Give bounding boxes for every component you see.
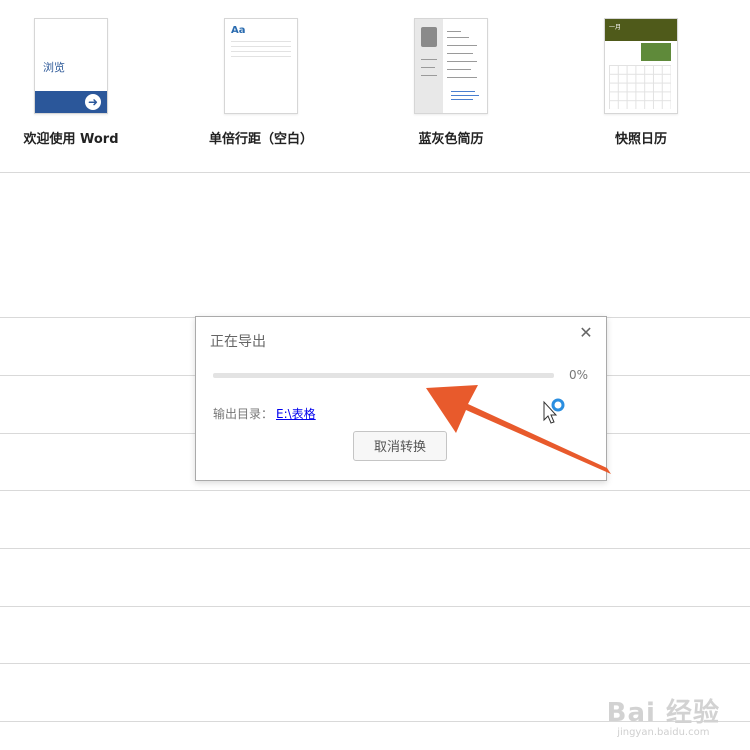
template-label: 欢迎使用 Word — [23, 132, 119, 147]
export-progress-bar — [213, 373, 554, 378]
calendar-thumbnail[interactable]: 一月 — [604, 18, 678, 114]
template-gallery: 浏览 ➜ 欢迎使用 Word Aa 单倍行距（空白） 蓝灰色简历 一月 快照日历 — [0, 0, 750, 172]
resume-line — [447, 31, 461, 32]
resume-line — [447, 77, 477, 78]
list-divider — [0, 663, 750, 664]
resume-line — [421, 59, 437, 60]
list-divider — [0, 490, 750, 491]
calendar-photo — [641, 43, 671, 61]
resume-link-line — [451, 91, 475, 92]
watermark-main: Bai 经验 — [606, 698, 720, 728]
thumb-rule — [231, 41, 291, 42]
template-resume[interactable]: 蓝灰色简历 — [361, 18, 541, 147]
resume-line — [447, 45, 477, 46]
resume-thumbnail[interactable] — [414, 18, 488, 114]
list-divider — [0, 548, 750, 549]
baidu-watermark: Bai 经验 jingyan.baidu.com — [607, 692, 720, 738]
welcome-thumb-text: 浏览 — [43, 61, 65, 74]
calendar-header: 一月 — [605, 19, 677, 41]
busy-cursor-icon — [543, 398, 565, 424]
resume-line — [421, 67, 435, 68]
thumb-rule — [231, 51, 291, 52]
template-calendar[interactable]: 一月 快照日历 — [551, 18, 731, 147]
resume-line — [447, 61, 477, 62]
resume-line — [447, 37, 469, 38]
blank-thumb-text: Aa — [231, 25, 246, 36]
progress-percent: 0% — [569, 368, 589, 382]
template-welcome-word[interactable]: 浏览 ➜ 欢迎使用 Word — [0, 18, 161, 147]
resume-link-line — [451, 95, 479, 96]
template-blank-document[interactable]: Aa 单倍行距（空白） — [171, 18, 351, 147]
resume-link-line — [451, 99, 473, 100]
watermark-sub: jingyan.baidu.com — [617, 727, 710, 738]
dialog-title: 正在导出 — [210, 334, 266, 350]
output-directory-link[interactable]: E:\表格 — [276, 405, 316, 422]
thumb-rule — [231, 56, 291, 57]
calendar-grid — [609, 65, 671, 109]
close-icon[interactable]: ✕ — [576, 323, 596, 343]
resume-photo — [421, 27, 437, 47]
resume-line — [447, 69, 471, 70]
list-divider — [0, 606, 750, 607]
template-label: 单倍行距（空白） — [208, 132, 313, 147]
thumb-rule — [231, 46, 291, 47]
blank-thumbnail[interactable]: Aa — [224, 18, 298, 114]
gallery-divider — [0, 172, 750, 173]
cancel-convert-button[interactable]: 取消转换 — [353, 431, 447, 461]
resume-line — [421, 75, 437, 76]
calendar-month: 一月 — [609, 24, 622, 31]
template-label: 蓝灰色简历 — [418, 132, 484, 147]
resume-line — [447, 53, 473, 54]
template-label: 快照日历 — [614, 132, 667, 147]
arrow-right-icon: ➜ — [85, 94, 101, 110]
welcome-thumbnail[interactable]: 浏览 ➜ — [34, 18, 108, 114]
output-directory-label: 输出目录： — [213, 407, 274, 421]
